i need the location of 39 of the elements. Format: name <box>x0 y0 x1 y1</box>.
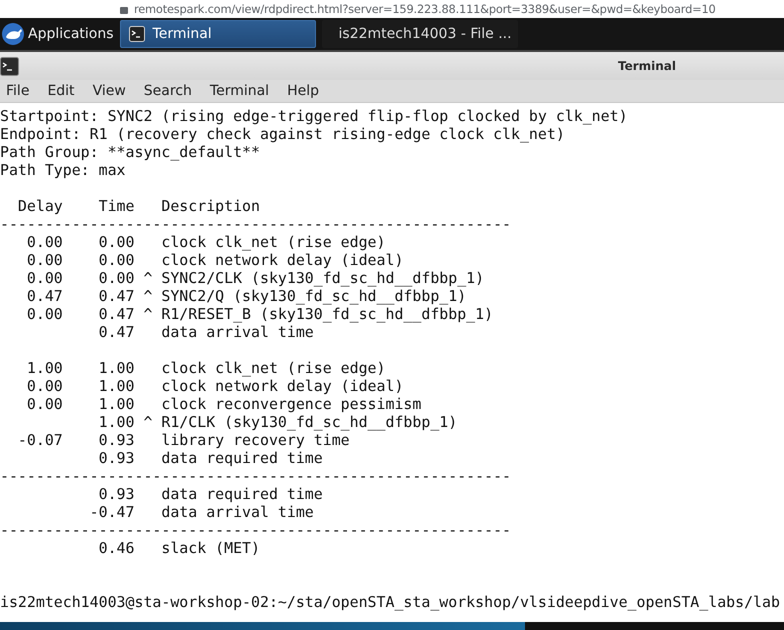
terminal-line: 0.00 0.47 ^ R1/RESET_B (sky130_fd_sc_hd__dfbbp_1) <box>26 305 494 323</box>
menu-item[interactable]: File <box>0 83 38 99</box>
terminal-line: Path Type: max <box>0 161 126 179</box>
menu-item[interactable]: View <box>86 83 134 99</box>
terminal-line: 1.00 ^ R1/CLK (sky130_fd_sc_hd__dfbbp_1) <box>98 413 458 431</box>
terminal-line: --------------------------------------------------------- <box>0 467 512 485</box>
terminal-line: 0.00 1.00 clock network delay (ideal) <box>26 377 404 395</box>
menu-item[interactable]: Help <box>281 83 327 99</box>
menu-item[interactable]: Edit <box>41 83 83 99</box>
terminal-line: Path Group: **async_default** <box>0 143 260 161</box>
taskbar-button[interactable]: is22mtech14003 - File ... <box>322 20 518 48</box>
terminal-line: 0.00 0.00 ^ SYNC2/CLK (sky130_fd_sc_hd__dfbbp_1) <box>26 269 484 287</box>
terminal-line: -0.07 0.93 library recovery time <box>16 431 350 449</box>
menu-item[interactable]: Search <box>138 83 200 99</box>
terminal-line: --------------------------------------------------------- <box>0 521 512 539</box>
terminal-line: Startpoint: SYNC2 (rising edge-triggered flip-flop clocked by clk_net) <box>0 107 628 125</box>
terminal-line: 0.47 data arrival time <box>98 323 314 341</box>
terminal-line: 0.93 data required time <box>98 449 323 467</box>
mouse-logo-icon <box>2 23 24 45</box>
terminal-line: 0.47 0.47 ^ SYNC2/Q (sky130_fd_sc_hd__dfbbp_1) <box>26 287 466 305</box>
terminal-line: 1.00 1.00 clock clk_net (rise edge) <box>26 359 386 377</box>
terminal-line: --------------------------------------------------------- <box>0 215 512 233</box>
taskbar-button[interactable]: Terminal <box>120 20 316 48</box>
terminal-line: 0.46 slack (MET) <box>98 539 260 557</box>
terminal-icon <box>128 26 145 42</box>
terminal-icon <box>0 56 19 76</box>
terminal-line: 0.00 1.00 clock reconvergence pessimism <box>26 395 422 413</box>
terminal-line: is22mtech14003@sta-workshop-02:~/sta/openSTA_sta_workshop/vlsideepdive_openSTA_labs/lab <box>0 593 780 611</box>
address-bar[interactable]: remotespark.com/view/rdpdirect.html?server=159.223.88.111&port=3389&user=&pwd=&keyboard=10 <box>134 0 716 18</box>
terminal-line: Endpoint: R1 (recovery check against rising-edge clock clk_net) <box>0 125 565 143</box>
terminal-line: Delay Time Description <box>16 197 260 215</box>
terminal-line: 0.00 0.00 clock clk_net (rise edge) <box>26 233 386 251</box>
window-title: Terminal <box>618 59 676 73</box>
terminal-line: 0.00 0.00 clock network delay (ideal) <box>26 251 404 269</box>
terminal-line: 0.93 data required time <box>98 485 323 503</box>
lock-icon <box>120 7 128 14</box>
menu-item[interactable]: Terminal <box>204 83 278 99</box>
applications-menu[interactable]: Applications <box>28 26 114 42</box>
terminal-line: -0.47 data arrival time <box>88 503 314 521</box>
